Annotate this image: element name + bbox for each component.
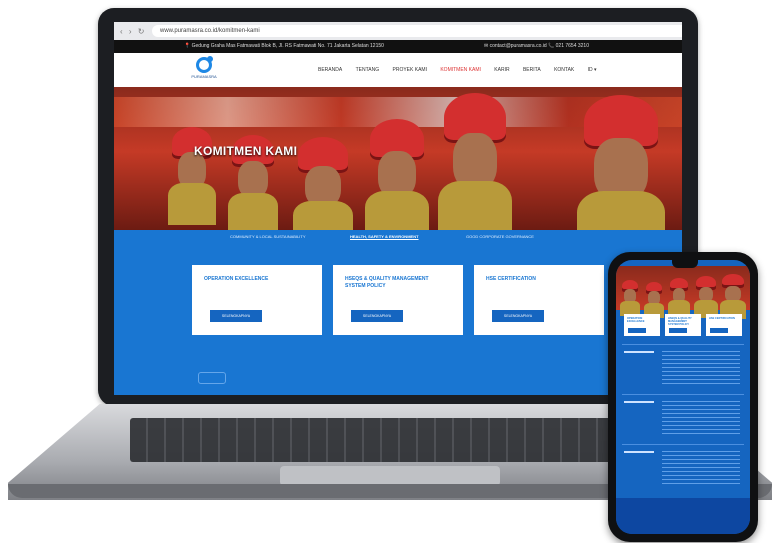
mobile-content-row <box>622 444 744 495</box>
main-menu: BERANDA TENTANG PROYEK KAMI KOMITMEN KAM… <box>318 67 609 73</box>
firefighter-figure <box>437 93 513 230</box>
address-bar[interactable]: www.puramasra.co.id/komitmen-kami <box>152 25 682 37</box>
read-more-button[interactable]: SELENGKAPNYA <box>351 310 403 322</box>
card-title: OPERATION EXCELLENCE <box>204 276 269 282</box>
logo-icon <box>196 56 213 73</box>
hero-title: KOMITMEN KAMI <box>194 144 298 158</box>
mobile-card-operation-excellence: OPERATION EXCELLENCE <box>624 314 660 336</box>
firefighter-figure <box>364 119 430 230</box>
firefighter-figure <box>576 95 666 230</box>
menu-item-kontak[interactable]: KONTAK <box>554 67 574 73</box>
smartphone-screen: OPERATION EXCELLENCE HSEQS & QUALITY MAN… <box>616 260 750 534</box>
scroll-down-icon[interactable] <box>198 372 226 384</box>
firefighter-figure <box>293 137 353 230</box>
firefighter-figure <box>168 127 216 225</box>
menu-item-karir[interactable]: KARIR <box>494 67 509 73</box>
menu-item-berita[interactable]: BERITA <box>523 67 541 73</box>
hero-banner <box>114 87 682 230</box>
laptop-screen: ‹ › ↻ www.puramasra.co.id/komitmen-kami … <box>114 22 682 395</box>
menu-item-tentang[interactable]: TENTANG <box>356 67 380 73</box>
menu-item-komitmen[interactable]: KOMITMEN KAMI <box>440 67 481 73</box>
mobile-read-more-button[interactable] <box>710 328 728 333</box>
menu-item-beranda[interactable]: BERANDA <box>318 67 342 73</box>
mobile-footer <box>616 498 750 534</box>
read-more-button[interactable]: SELENGKAPNYA <box>492 310 544 322</box>
card-hseqs-policy: HSEQS & QUALITY MANAGEMENT SYSTEM POLICY… <box>333 265 463 335</box>
mobile-card-title: OPERATION EXCELLENCE <box>627 317 645 323</box>
card-operation-excellence: OPERATION EXCELLENCE SELENGKAPNYA <box>192 265 322 335</box>
tab-hse[interactable]: HEALTH, SAFETY & ENVIRONMENT <box>350 230 419 244</box>
site-logo[interactable]: PURAMASRA <box>184 56 224 83</box>
card-hse-certification: HSE CERTIFICATION SELENGKAPNYA <box>474 265 604 335</box>
mobile-card-hse-certification: HSE CERTIFICATION <box>706 314 742 336</box>
card-title: HSE CERTIFICATION <box>486 276 536 282</box>
tab-governance[interactable]: GOOD CORPORATE GOVERNANCE <box>466 230 534 244</box>
mobile-hero-banner <box>616 266 750 319</box>
language-selector[interactable]: ID ▾ <box>588 67 597 73</box>
mobile-card-hseqs-policy: HSEQS & QUALITY MANAGEMENT SYSTEM POLICY <box>665 314 701 336</box>
office-address: 📍 Gedung Graha Mas Fatmawati Blok B, Jl.… <box>184 43 384 49</box>
mobile-content-row <box>622 344 744 395</box>
mobile-card-title: HSEQS & QUALITY MANAGEMENT SYSTEM POLICY <box>668 317 692 326</box>
mobile-read-more-button[interactable] <box>628 328 646 333</box>
browser-nav-icons[interactable]: ‹ › ↻ <box>120 27 146 36</box>
card-title: HSEQS & QUALITY MANAGEMENT SYSTEM POLICY <box>345 276 429 289</box>
tab-community[interactable]: COMMUNITY & LOCAL SUSTAINABILITY <box>230 230 306 244</box>
mobile-content-row <box>622 394 744 445</box>
content-section: OPERATION EXCELLENCE SELENGKAPNYA HSEQS … <box>114 244 682 395</box>
site-header: PURAMASRA BERANDA TENTANG PROYEK KAMI KO… <box>114 53 682 88</box>
logo-text: PURAMASRA <box>191 74 217 79</box>
top-info-bar: 📍 Gedung Graha Mas Fatmawati Blok B, Jl.… <box>114 40 682 53</box>
read-more-button[interactable]: SELENGKAPNYA <box>210 310 262 322</box>
mobile-card-title: HSE CERTIFICATION <box>709 317 735 320</box>
browser-toolbar: ‹ › ↻ www.puramasra.co.id/komitmen-kami <box>114 22 682 41</box>
commitment-tabs: COMMUNITY & LOCAL SUSTAINABILITY HEALTH,… <box>114 230 682 244</box>
menu-item-proyek[interactable]: PROYEK KAMI <box>393 67 427 73</box>
laptop-keyboard <box>130 418 650 462</box>
contact-info[interactable]: ✉ contact@puramasra.co.id 📞 021 7654 321… <box>484 40 589 53</box>
phone-notch <box>672 260 698 268</box>
laptop-trackpad <box>280 466 500 486</box>
mobile-read-more-button[interactable] <box>669 328 687 333</box>
